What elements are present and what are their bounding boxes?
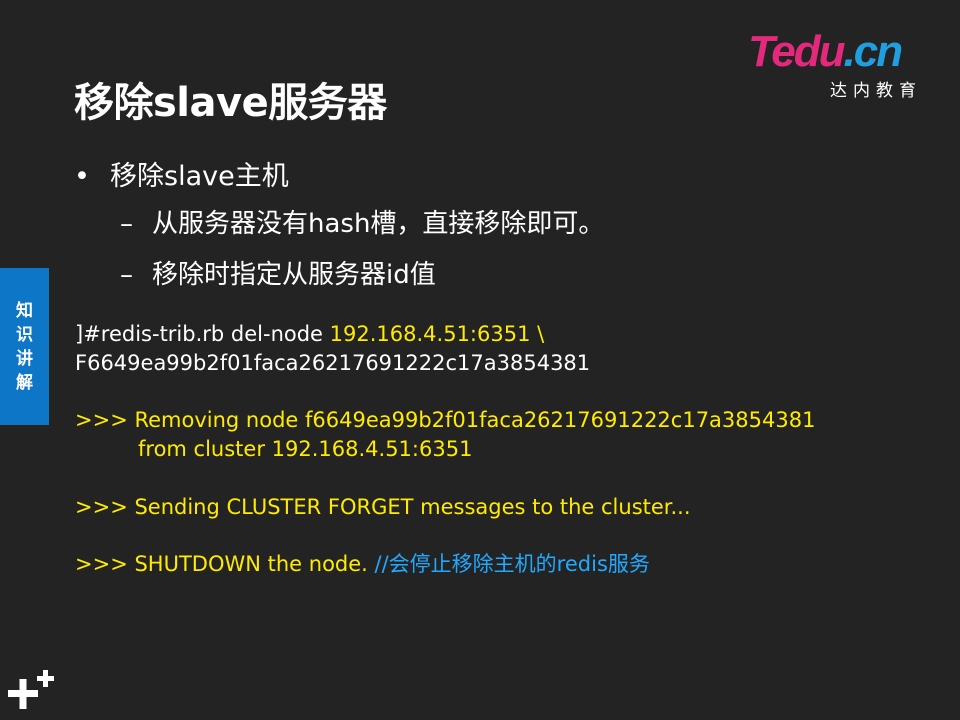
code-line-from-cluster: from cluster 192.168.4.51:6351 [138,437,473,461]
code-line-forget: >>> Sending CLUSTER FORGET messages to t… [75,495,691,519]
section-tab-char: 知 [16,300,33,321]
code-line-shutdown: >>> SHUTDOWN the node. //会停止移除主机的redis服务 [75,552,650,576]
bullet-item: • 移除slave主机 [74,154,289,193]
plus-icon [8,670,54,709]
sub-text: 移除时指定从服务器id值 [152,260,436,290]
sub-dash: – [120,209,133,239]
bullet-text: 移除slave主机 [110,161,289,192]
code-line-node-id: F6649ea99b2f01faca26217691222c17a3854381 [75,351,591,375]
code-comment: //会停止移除主机的redis服务 [374,552,650,576]
slide-title: 移除slave服务器 [74,80,387,126]
logo-wordmark: Tedu.cn [748,27,903,76]
tedu-logo: Tedu.cn 达内教育 [748,27,938,102]
bullet-symbol: • [74,161,90,192]
logo-subtitle: 达内教育 [830,81,922,101]
section-tab: 知 识 讲 解 [0,268,49,425]
code-line-removing: >>> Removing node f6649ea99b2f01faca2621… [75,408,816,432]
sub-item: – 移除时指定从服务器id值 [120,254,436,291]
sub-item: – 从服务器没有hash槽，直接移除即可。 [120,203,604,240]
code-line-command: ]#redis-trib.rb del-node 192.168.4.51:63… [75,322,545,346]
sub-text: 从服务器没有hash槽，直接移除即可。 [152,209,605,239]
section-tab-char: 讲 [16,348,33,369]
section-tab-char: 识 [16,324,33,345]
section-tab-char: 解 [16,372,33,393]
sub-dash: – [120,260,133,290]
